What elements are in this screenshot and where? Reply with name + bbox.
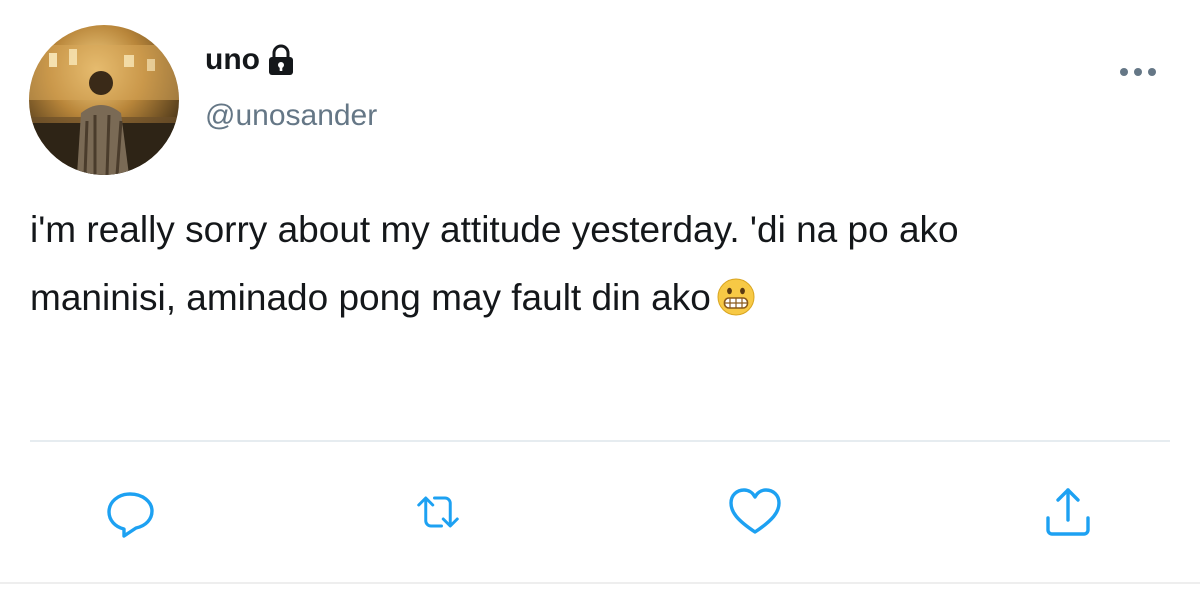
share-icon (1046, 488, 1090, 536)
bottom-divider (0, 582, 1200, 584)
lock-icon (268, 44, 294, 76)
retweet-icon (417, 496, 459, 528)
tweet-card: uno @unosander i'm really sorry about my… (0, 0, 1200, 600)
user-handle[interactable]: @unosander (205, 98, 377, 134)
reply-button[interactable] (102, 484, 158, 540)
name-row: uno (205, 42, 294, 78)
tweet-body: i'm really sorry about my attitude yeste… (30, 209, 959, 318)
like-icon (729, 488, 781, 534)
share-button[interactable] (1040, 484, 1096, 540)
tweet-text: i'm really sorry about my attitude yeste… (30, 196, 1190, 332)
grimacing-face-emoji-icon (717, 270, 755, 316)
avatar-photo (29, 25, 179, 175)
divider (30, 440, 1170, 442)
display-name[interactable]: uno (205, 42, 260, 78)
reply-icon (107, 492, 154, 538)
avatar[interactable] (29, 25, 179, 175)
like-button[interactable] (727, 484, 783, 540)
retweet-button[interactable] (410, 484, 466, 540)
more-options-icon[interactable] (1118, 62, 1158, 82)
